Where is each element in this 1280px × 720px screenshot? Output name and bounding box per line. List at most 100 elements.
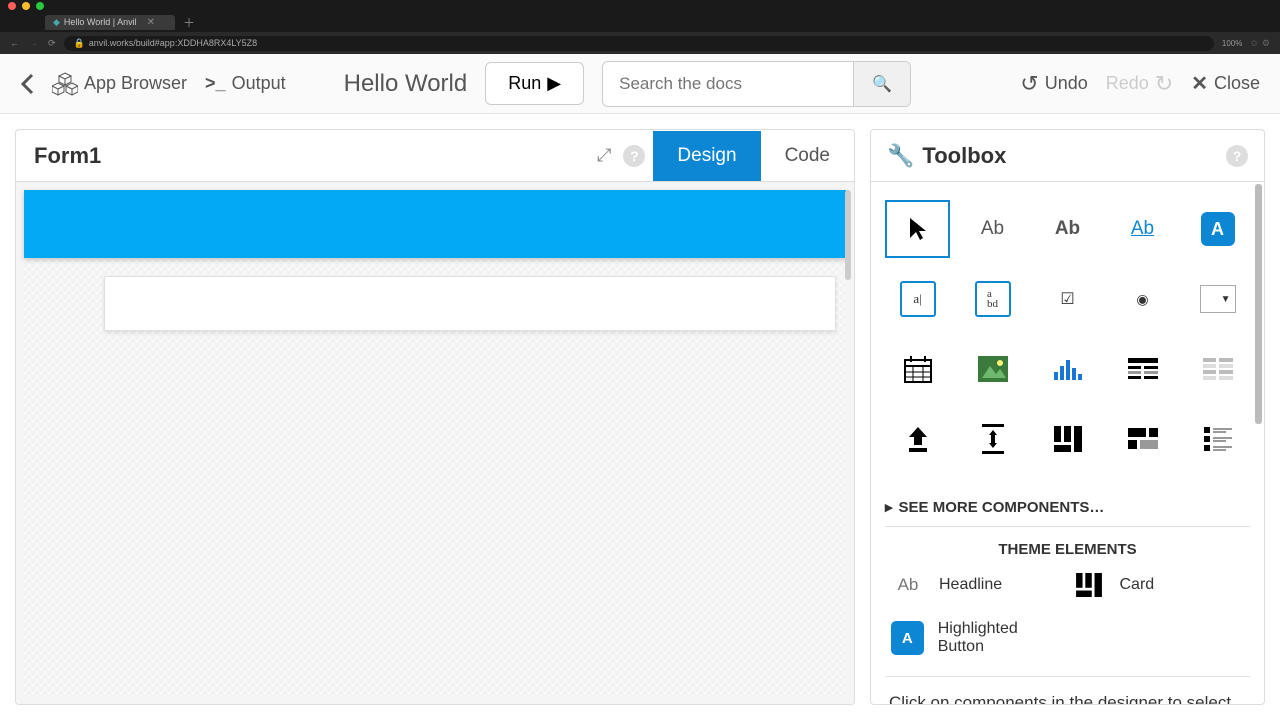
repeating-icon [1203,358,1233,380]
help-icon[interactable]: ? [1226,145,1248,167]
tool-spacer[interactable] [960,410,1025,468]
wrench-icon: 🔧 [887,143,914,169]
terminal-icon: >_ [205,73,226,94]
maximize-window-icon[interactable] [36,2,44,10]
toolbox-header: 🔧 Toolbox ? [871,130,1264,182]
tab-favicon-icon: ◆ [53,17,60,28]
app-browser-button[interactable]: App Browser [52,72,187,96]
bold-label-icon: Ab [1055,218,1080,240]
tool-label-bold[interactable]: Ab [1035,200,1100,258]
scrollbar[interactable] [1255,184,1262,424]
tool-datagrid[interactable] [1110,340,1175,398]
theme-headline[interactable]: Ab Headline [891,568,1064,602]
flow-icon [1128,428,1158,450]
tool-textbox[interactable]: a| [885,270,950,328]
radio-icon: ◉ [1136,291,1148,308]
zoom-level[interactable]: 100% [1222,39,1242,48]
output-button[interactable]: >_ Output [205,73,286,94]
address-bar: ← → ⟳ 🔒 anvil.works/build#app:XDDHA8RX4L… [0,32,1280,54]
tool-plot[interactable] [1035,340,1100,398]
star-icon[interactable]: ✩ [1250,38,1258,49]
new-tab-icon[interactable]: ＋ [183,14,195,31]
settings-icon[interactable]: ⚙ [1262,38,1270,49]
tab-code[interactable]: Code [761,131,854,181]
scrollbar[interactable] [845,190,851,280]
headline-icon: Ab [891,568,925,602]
expand-icon[interactable]: ⤢ [597,145,611,166]
close-button[interactable]: ✕ Close [1191,71,1260,96]
upload-icon [905,425,931,453]
tab-close-icon[interactable]: ✕ [147,17,155,28]
designer-header-icons: ⤢ ? [597,145,653,167]
nav-arrows: ← → ⟳ [10,38,56,49]
tool-pointer[interactable] [885,200,950,258]
search-icon: 🔍 [872,76,892,93]
checkbox-icon: ☑ [1060,289,1074,309]
toolbox-body: Ab Ab Ab A a| abd ☑ ◉ ▼ [871,182,1264,704]
tool-radio[interactable]: ◉ [1110,270,1175,328]
theme-card-label: Card [1120,576,1155,594]
columns-icon [1054,426,1082,452]
window-controls [0,0,1280,12]
tool-button[interactable]: A [1185,200,1250,258]
form-card[interactable] [104,276,836,331]
form-header-bar[interactable] [24,190,846,258]
forward-icon[interactable]: → [29,38,38,49]
tool-checkbox[interactable]: ☑ [1035,270,1100,328]
textbox-icon: a| [900,281,936,317]
tool-dropdown[interactable]: ▼ [1185,270,1250,328]
tool-label[interactable]: Ab [960,200,1025,258]
app-title[interactable]: Hello World [344,70,468,98]
undo-icon: ↺ [1020,71,1038,97]
run-button[interactable]: Run ▶ [485,62,584,105]
reload-icon[interactable]: ⟳ [48,38,56,49]
undo-label: Undo [1045,73,1088,94]
image-icon [978,356,1008,382]
tool-datepicker[interactable] [885,340,950,398]
help-icon[interactable]: ? [623,145,645,167]
see-more-components[interactable]: ▸ SEE MORE COMPONENTS… [885,488,1250,527]
close-window-icon[interactable] [8,2,16,10]
component-grid: Ab Ab Ab A a| abd ☑ ◉ ▼ [885,200,1250,468]
tool-column-panel[interactable] [1035,410,1100,468]
search-input[interactable] [603,62,853,106]
redo-label: Redo [1106,73,1149,94]
tool-image[interactable] [960,340,1025,398]
tab-design[interactable]: Design [653,131,760,181]
run-label: Run [508,73,541,94]
tool-flow-panel[interactable] [1110,410,1175,468]
minimize-window-icon[interactable] [22,2,30,10]
linear-icon [1204,427,1232,451]
redo-icon: ↻ [1155,71,1173,97]
link-icon: Ab [1131,218,1154,240]
redo-button: Redo ↻ [1106,71,1173,97]
canvas-area[interactable] [16,182,854,704]
cursor-icon [908,216,928,242]
card-icon [1072,568,1106,602]
search-button[interactable]: 🔍 [853,62,910,106]
tool-linear-panel[interactable] [1185,410,1250,468]
tool-link[interactable]: Ab [1110,200,1175,258]
browser-tab[interactable]: ◆ Hello World | Anvil ✕ [45,15,175,30]
see-more-label: SEE MORE COMPONENTS… [899,499,1105,516]
toolbox-panel: 🔧 Toolbox ? Ab Ab Ab A a| abd ☑ ◉ ▼ [870,129,1265,705]
undo-button[interactable]: ↺ Undo [1020,71,1087,97]
url-text: anvil.works/build#app:XDDHA8RX4LY5Z8 [89,38,257,48]
theme-highlighted-button[interactable]: A Highlighted Button [891,620,1064,656]
tool-repeating-panel[interactable] [1185,340,1250,398]
lock-icon: 🔒 [74,38,85,49]
app-browser-label: App Browser [84,73,187,94]
theme-headline-label: Headline [939,576,1002,594]
designer-header: Form1 ⤢ ? Design Code [16,130,854,182]
theme-elements-grid: Ab Headline Card A Highlighted Button [885,568,1250,676]
url-field[interactable]: 🔒 anvil.works/build#app:XDDHA8RX4LY5Z8 [64,36,1214,51]
main-toolbar: App Browser >_ Output Hello World Run ▶ … [0,54,1280,114]
theme-card[interactable]: Card [1072,568,1245,602]
theme-elements-title: THEME ELEMENTS [885,527,1250,568]
back-button[interactable] [20,73,34,95]
canvas[interactable] [24,190,846,696]
back-icon[interactable]: ← [10,38,19,49]
tool-fileloader[interactable] [885,410,950,468]
datagrid-icon [1128,358,1158,380]
tool-textarea[interactable]: abd [960,270,1025,328]
